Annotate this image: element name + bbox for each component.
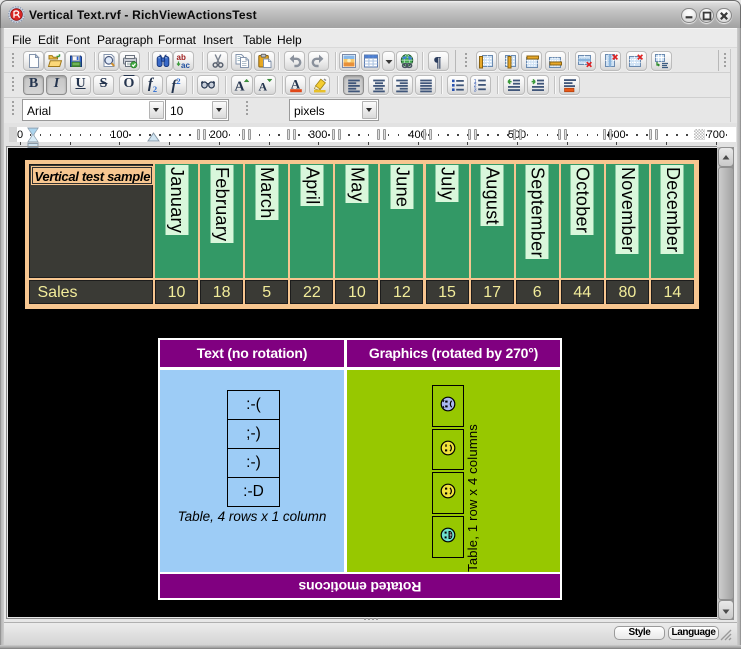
svg-text:A: A	[234, 79, 245, 93]
svg-text:3: 3	[474, 87, 477, 92]
svg-text:ac: ac	[181, 61, 190, 69]
svg-text:¶: ¶	[433, 54, 441, 69]
svg-text:A: A	[259, 79, 268, 93]
